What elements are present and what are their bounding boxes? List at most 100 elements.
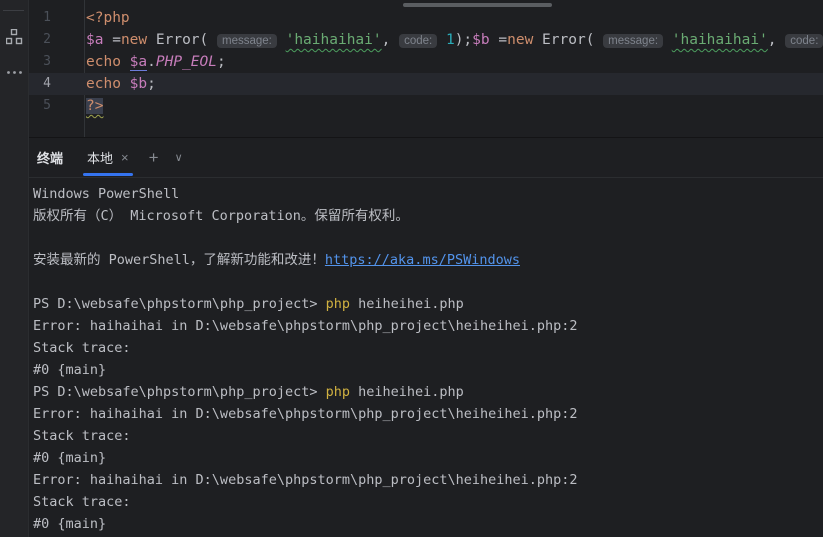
terminal-output[interactable]: Windows PowerShell 版权所有（C） Microsoft Corp… — [29, 178, 823, 537]
code-token — [121, 54, 130, 70]
terminal-text: #0 {main} — [33, 362, 106, 378]
terminal-text: Error: haihaihai in D:\websafe\phpstorm\… — [33, 318, 578, 334]
code-text: echo $b; — [84, 73, 156, 95]
code-token — [121, 76, 130, 92]
code-line: 5?> — [29, 95, 823, 117]
line-number: 4 — [29, 73, 84, 95]
terminal-tab-local[interactable]: 本地 × — [83, 138, 133, 177]
structure-icon[interactable] — [6, 29, 23, 51]
new-terminal-icon[interactable]: + — [149, 149, 159, 166]
code-token: ); — [455, 32, 472, 48]
code-text: <?php — [84, 7, 130, 29]
terminal-line — [33, 227, 823, 249]
line-number: 1 — [29, 7, 84, 29]
terminal-text: heiheihei.php — [350, 296, 464, 312]
terminal-text: Stack trace: — [33, 428, 131, 444]
code-token: $b — [130, 76, 147, 92]
ide-window: 1<?php2$a =new Error( message: 'haihaiha… — [0, 0, 823, 537]
code-token: . — [147, 54, 156, 70]
code-line: 3echo $a.PHP_EOL; — [29, 51, 823, 73]
terminal-line: Windows PowerShell — [33, 183, 823, 205]
code-token: ; — [217, 54, 226, 70]
terminal-line: 版权所有（C） Microsoft Corporation。保留所有权利。 — [33, 205, 823, 227]
code-text: $a =new Error( message: 'haihaihai', cod… — [84, 29, 823, 51]
line-number: 2 — [29, 29, 84, 51]
code-editor[interactable]: 1<?php2$a =new Error( message: 'haihaiha… — [29, 0, 823, 137]
code-token: Error — [542, 32, 586, 48]
code-lines: 1<?php2$a =new Error( message: 'haihaiha… — [29, 7, 823, 117]
terminal-link[interactable]: https://aka.ms/PSWindows — [325, 252, 520, 268]
code-token: $a — [86, 32, 103, 48]
line-number: 3 — [29, 51, 84, 73]
code-text: echo $a.PHP_EOL; — [84, 51, 226, 73]
inlay-hint: message: — [603, 34, 663, 48]
more-tool-windows-icon[interactable] — [6, 64, 23, 86]
code-line: 4echo $b; — [29, 73, 823, 95]
terminal-text: #0 {main} — [33, 516, 106, 532]
terminal-panel-header: 终端 本地 × + ∨ — [29, 137, 823, 178]
terminal-line: #0 {main} — [33, 447, 823, 469]
terminal-tab-label: 本地 — [87, 148, 113, 167]
code-token: 'haihaihai' — [286, 32, 382, 48]
terminal-text: 版权所有（C） Microsoft Corporation。保留所有权利。 — [33, 208, 409, 224]
code-token — [533, 32, 542, 48]
code-token — [147, 32, 156, 48]
terminal-line: Error: haihaihai in D:\websafe\phpstorm\… — [33, 469, 823, 491]
terminal-line: #0 {main} — [33, 359, 823, 381]
code-token: echo — [86, 76, 121, 92]
code-token: , — [768, 32, 785, 48]
stripe-divider — [3, 10, 24, 11]
line-number: 5 — [29, 95, 84, 117]
code-token: new — [507, 32, 533, 48]
terminal-line: Stack trace: — [33, 491, 823, 513]
terminal-text: Error: haihaihai in D:\websafe\phpstorm\… — [33, 472, 578, 488]
close-tab-icon[interactable]: × — [121, 150, 129, 165]
terminal-text: Windows PowerShell — [33, 186, 179, 202]
terminal-text: php — [326, 384, 350, 400]
inlay-hint: message: — [217, 34, 277, 48]
terminal-text: Stack trace: — [33, 494, 131, 510]
terminal-text: php — [326, 296, 350, 312]
code-token: PHP_EOL — [156, 54, 217, 70]
code-token: , — [382, 32, 399, 48]
code-token: ( — [200, 32, 217, 48]
code-token: echo — [86, 54, 121, 70]
code-line: 2$a =new Error( message: 'haihaihai', co… — [29, 29, 823, 51]
terminal-text: PS D:\websafe\phpstorm\php_project> — [33, 384, 326, 400]
code-token — [663, 32, 672, 48]
code-token: $b — [472, 32, 489, 48]
code-token — [277, 32, 286, 48]
terminal-line: #0 {main} — [33, 513, 823, 535]
code-token: = — [103, 32, 120, 48]
code-token: ( — [586, 32, 603, 48]
terminal-text: Stack trace: — [33, 340, 131, 356]
code-token: Error — [156, 32, 200, 48]
tool-window-stripe — [0, 0, 29, 537]
code-line: 1<?php — [29, 7, 823, 29]
code-token: 'haihaihai' — [672, 32, 768, 48]
terminal-text: 安装最新的 PowerShell，了解新功能和改进！ — [33, 252, 325, 268]
chevron-down-icon[interactable]: ∨ — [175, 151, 183, 164]
terminal-text: Error: haihaihai in D:\websafe\phpstorm\… — [33, 406, 578, 422]
code-token — [437, 32, 446, 48]
terminal-line — [33, 271, 823, 293]
inlay-hint: code: — [399, 34, 437, 48]
terminal-line: PS D:\websafe\phpstorm\php_project> php … — [33, 293, 823, 315]
inlay-hint: code: — [785, 34, 823, 48]
terminal-text: #0 {main} — [33, 450, 106, 466]
code-token: = — [490, 32, 507, 48]
terminal-line: Error: haihaihai in D:\websafe\phpstorm\… — [33, 315, 823, 337]
code-token: 1 — [446, 32, 455, 48]
code-text: ?> — [84, 95, 103, 117]
terminal-text: PS D:\websafe\phpstorm\php_project> — [33, 296, 326, 312]
code-token: <?php — [86, 10, 130, 26]
terminal-line: 安装最新的 PowerShell，了解新功能和改进！https://aka.ms… — [33, 249, 823, 271]
code-token: ; — [147, 76, 156, 92]
terminal-line: Error: haihaihai in D:\websafe\phpstorm\… — [33, 403, 823, 425]
code-token: new — [121, 32, 147, 48]
terminal-line: PS D:\websafe\phpstorm\php_project> php … — [33, 381, 823, 403]
horizontal-scrollbar-thumb[interactable] — [403, 3, 552, 7]
terminal-line: Stack trace: — [33, 425, 823, 447]
terminal-text: heiheihei.php — [350, 384, 464, 400]
code-token: $a — [130, 54, 147, 71]
